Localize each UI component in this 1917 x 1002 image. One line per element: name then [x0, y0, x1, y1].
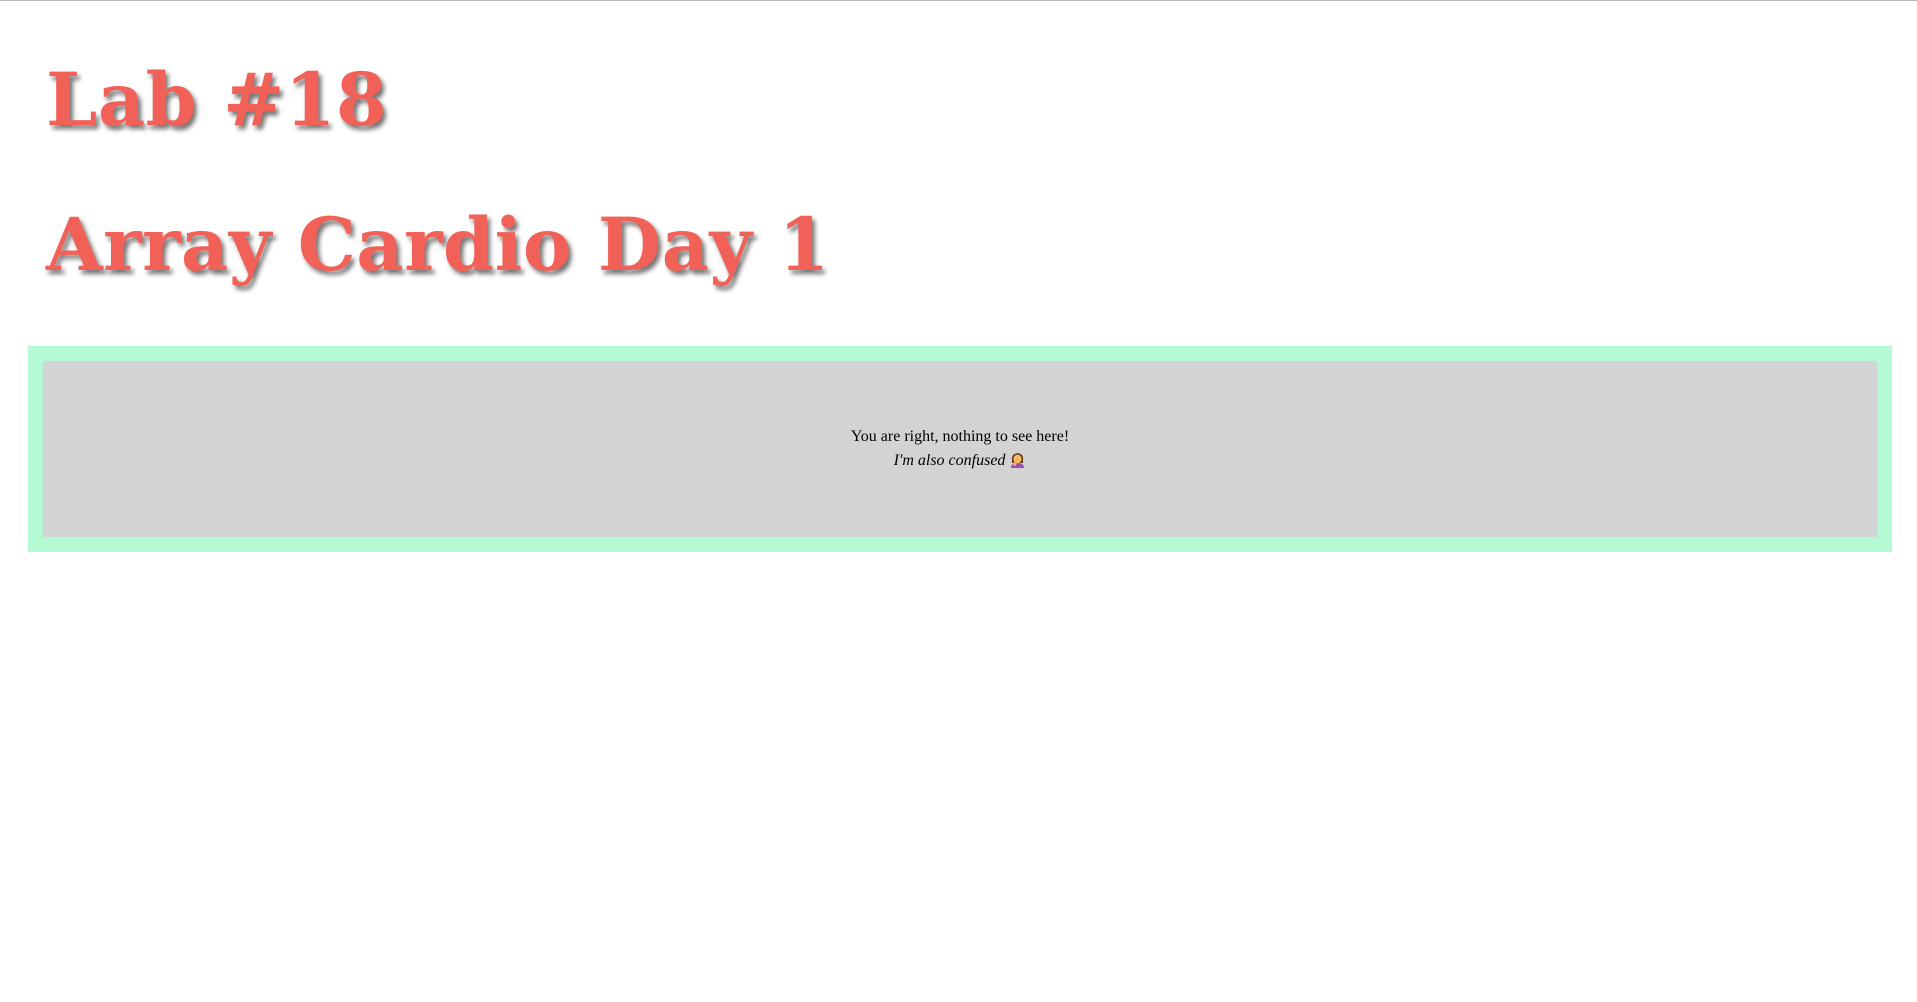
message-line: You are right, nothing to see here!: [850, 428, 1070, 445]
content-panel: You are right, nothing to see here! I'm …: [28, 346, 1892, 552]
woman-facepalming-icon: [1009, 451, 1026, 468]
lab-heading: Lab #18: [46, 57, 388, 143]
confused-text: I'm also confused: [893, 452, 1006, 469]
top-divider: [0, 0, 1917, 1]
confused-line: I'm also confused: [894, 449, 1027, 473]
content-panel-body: You are right, nothing to see here! I'm …: [43, 361, 1877, 537]
page-title: Array Cardio Day 1: [46, 202, 830, 288]
